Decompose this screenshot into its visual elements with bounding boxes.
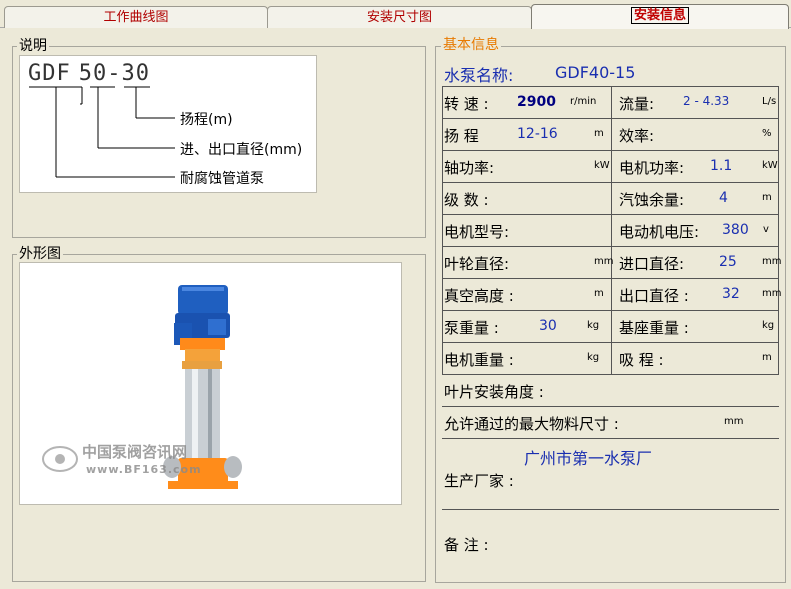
unit-inlet-diameter: mm: [762, 256, 782, 267]
tab-install-dimensions[interactable]: 安装尺寸图: [267, 6, 532, 28]
label-motor-model: 电机型号:: [444, 223, 510, 241]
legend-panel: GDF 50-30 扬程(m) 进、出口直径(mm) 耐腐蚀管道泵: [19, 55, 317, 193]
legend-group-title: 说明: [17, 38, 49, 54]
label-max-particle: 允许通过的最大物料尺寸 :: [444, 415, 619, 433]
manufacturer-value: 广州市第一水泵厂: [524, 449, 653, 468]
unit-flow: L/s: [762, 96, 777, 107]
legend-connector-lines: [29, 86, 175, 178]
label-speed: 转 速 :: [444, 95, 489, 113]
info-group-title: 基本信息: [441, 37, 501, 53]
label-stages: 级 数 :: [444, 191, 489, 209]
unit-base-weight: kg: [762, 320, 775, 331]
value-motor-power: 1.1: [710, 158, 733, 174]
label-motor-power: 电机功率:: [619, 159, 685, 177]
unit-motor-voltage: v: [763, 224, 769, 235]
label-shaft-power: 轴功率:: [444, 159, 495, 177]
legend-item-diameter: 进、出口直径(mm): [180, 142, 303, 158]
table-line: [611, 86, 612, 374]
table-line: [442, 86, 443, 374]
label-motor-voltage: 电动机电压:: [619, 223, 700, 241]
label-manufacturer: 生产厂家 :: [444, 472, 514, 490]
label-npsh: 汽蚀余量:: [619, 191, 685, 209]
label-remark: 备 注 :: [444, 536, 489, 554]
label-impeller-diameter: 叶轮直径:: [444, 255, 510, 273]
tab-label: 工作曲线图: [103, 10, 169, 25]
outline-group-title: 外形图: [17, 246, 63, 262]
table-line: [442, 509, 779, 510]
unit-max-particle: mm: [724, 416, 744, 427]
value-speed: 2900: [517, 94, 556, 110]
unit-motor-power: kW: [762, 160, 778, 171]
label-blade-angle: 叶片安装角度 :: [444, 383, 544, 401]
value-npsh: 4: [719, 190, 728, 206]
watermark-url: www.BF163.com: [86, 463, 202, 476]
legend-item-type: 耐腐蚀管道泵: [180, 171, 264, 187]
tab-label: 安装信息: [630, 7, 689, 24]
table-line: [442, 406, 779, 407]
unit-vacuum-height: m: [594, 288, 604, 299]
label-flow: 流量:: [619, 95, 655, 113]
label-efficiency: 效率:: [619, 127, 655, 145]
tab-work-curve[interactable]: 工作曲线图: [4, 6, 268, 28]
watermark-text: 中国泵阀咨讯网: [82, 443, 188, 461]
unit-pump-weight: kg: [587, 320, 600, 331]
unit-impeller-diameter: mm: [594, 256, 614, 267]
label-head: 扬 程: [444, 127, 479, 145]
label-base-weight: 基座重量 :: [619, 319, 689, 337]
value-motor-voltage: 380: [722, 222, 749, 238]
table-line: [442, 438, 779, 439]
tab-install-info[interactable]: 安装信息: [531, 4, 789, 29]
value-outlet-diameter: 32: [722, 286, 740, 302]
table-line: [442, 374, 779, 375]
unit-npsh: m: [762, 192, 772, 203]
label-outlet-diameter: 出口直径 :: [619, 287, 689, 305]
pump-name-value: GDF40-15: [555, 63, 636, 82]
label-pump-weight: 泵重量 :: [444, 319, 499, 337]
pump-name-label: 水泵名称:: [444, 66, 514, 85]
legend-item-head: 扬程(m): [180, 112, 233, 128]
table-line: [778, 86, 779, 374]
unit-motor-weight: kg: [587, 352, 600, 363]
unit-shaft-power: kW: [594, 160, 610, 171]
tab-label: 安装尺寸图: [366, 10, 432, 25]
unit-head: m: [594, 128, 604, 139]
value-head: 12-16: [517, 126, 558, 142]
label-motor-weight: 电机重量 :: [444, 351, 514, 369]
value-inlet-diameter: 25: [719, 254, 737, 270]
pump-image: [42, 285, 242, 489]
unit-efficiency: %: [762, 128, 772, 139]
pump-image-panel: 中国泵阀咨讯网 www.BF163.com: [19, 262, 402, 505]
unit-outlet-diameter: mm: [762, 288, 782, 299]
label-inlet-diameter: 进口直径:: [619, 255, 685, 273]
label-vacuum-height: 真空高度 :: [444, 287, 514, 305]
unit-suction-lift: m: [762, 352, 772, 363]
value-pump-weight: 30: [539, 318, 557, 334]
unit-speed: r/min: [570, 96, 597, 107]
value-flow: 2 - 4.33: [683, 94, 730, 108]
label-suction-lift: 吸 程 :: [619, 351, 664, 369]
